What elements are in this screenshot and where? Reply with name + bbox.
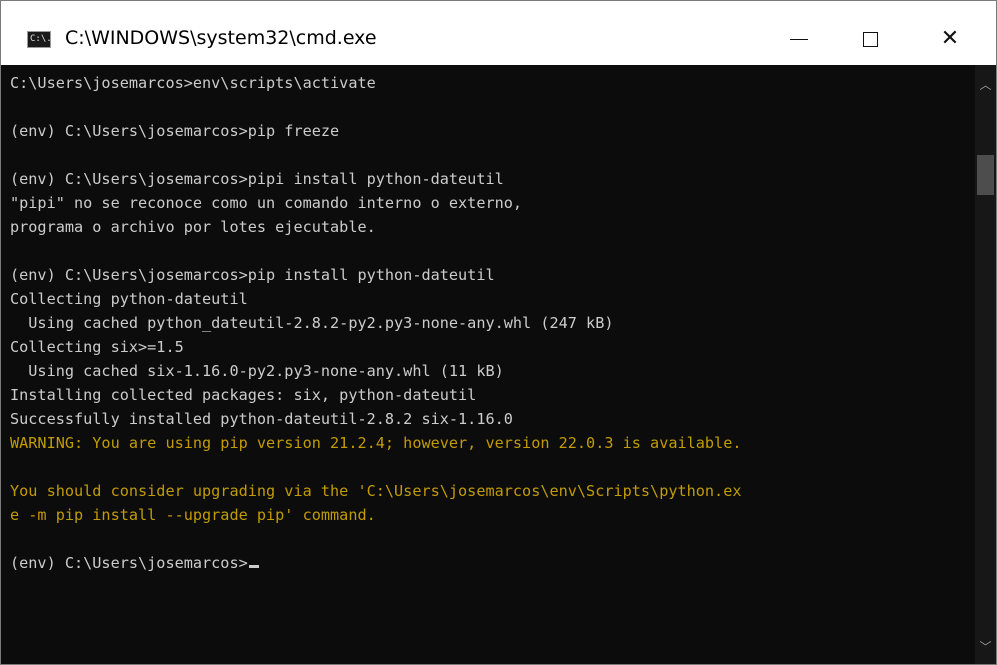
- console-line: Using cached python_dateutil-2.8.2-py2.p…: [10, 314, 614, 332]
- console-line: "pipi" no se reconoce como un comando in…: [10, 194, 523, 212]
- vertical-scrollbar[interactable]: ︿ ﹀: [975, 65, 996, 664]
- console-line: (env) C:\Users\josemarcos>pip freeze: [10, 122, 340, 140]
- console-line: Collecting six>=1.5: [10, 338, 184, 356]
- scroll-up-arrow-icon[interactable]: ︿: [975, 75, 996, 96]
- maximize-button[interactable]: [847, 19, 893, 59]
- minimize-button[interactable]: [776, 19, 822, 59]
- scroll-thumb[interactable]: [977, 155, 994, 195]
- command-prompt-line: (env) C:\Users\josemarcos>: [10, 551, 259, 575]
- console-line: C:\Users\josemarcos>env\scripts\activate: [10, 74, 376, 92]
- warning-line: e -m pip install --upgrade pip' command.: [10, 506, 376, 524]
- title-bar[interactable]: C:\. C:\WINDOWS\system32\cmd.exe ✕: [1, 1, 996, 65]
- console-line: Collecting python-dateutil: [10, 290, 248, 308]
- close-icon: ✕: [940, 26, 960, 51]
- cmd-window: C:\. C:\WINDOWS\system32\cmd.exe ✕ C:\Us…: [0, 0, 997, 665]
- warning-line: You should consider upgrading via the 'C…: [10, 482, 742, 500]
- scroll-down-arrow-icon[interactable]: ﹀: [975, 637, 996, 658]
- console-line: Successfully installed python-dateutil-2…: [10, 410, 513, 428]
- minimize-icon: [790, 38, 808, 40]
- console-line: Using cached six-1.16.0-py2.py3-none-any…: [10, 362, 504, 380]
- window-title: C:\WINDOWS\system32\cmd.exe: [65, 27, 377, 49]
- cmd-icon[interactable]: C:\.: [27, 31, 51, 48]
- warning-line: WARNING: You are using pip version 21.2.…: [10, 434, 742, 452]
- close-button[interactable]: ✕: [927, 19, 973, 59]
- console-output[interactable]: C:\Users\josemarcos>env\scripts\activate…: [1, 65, 975, 664]
- console-line: Installing collected packages: six, pyth…: [10, 386, 477, 404]
- console-line: (env) C:\Users\josemarcos>pipi install p…: [10, 170, 504, 188]
- console-line: programa o archivo por lotes ejecutable.: [10, 218, 376, 236]
- maximize-icon: [862, 31, 878, 47]
- console-line: (env) C:\Users\josemarcos>pip install py…: [10, 266, 495, 284]
- text-cursor: [248, 565, 259, 568]
